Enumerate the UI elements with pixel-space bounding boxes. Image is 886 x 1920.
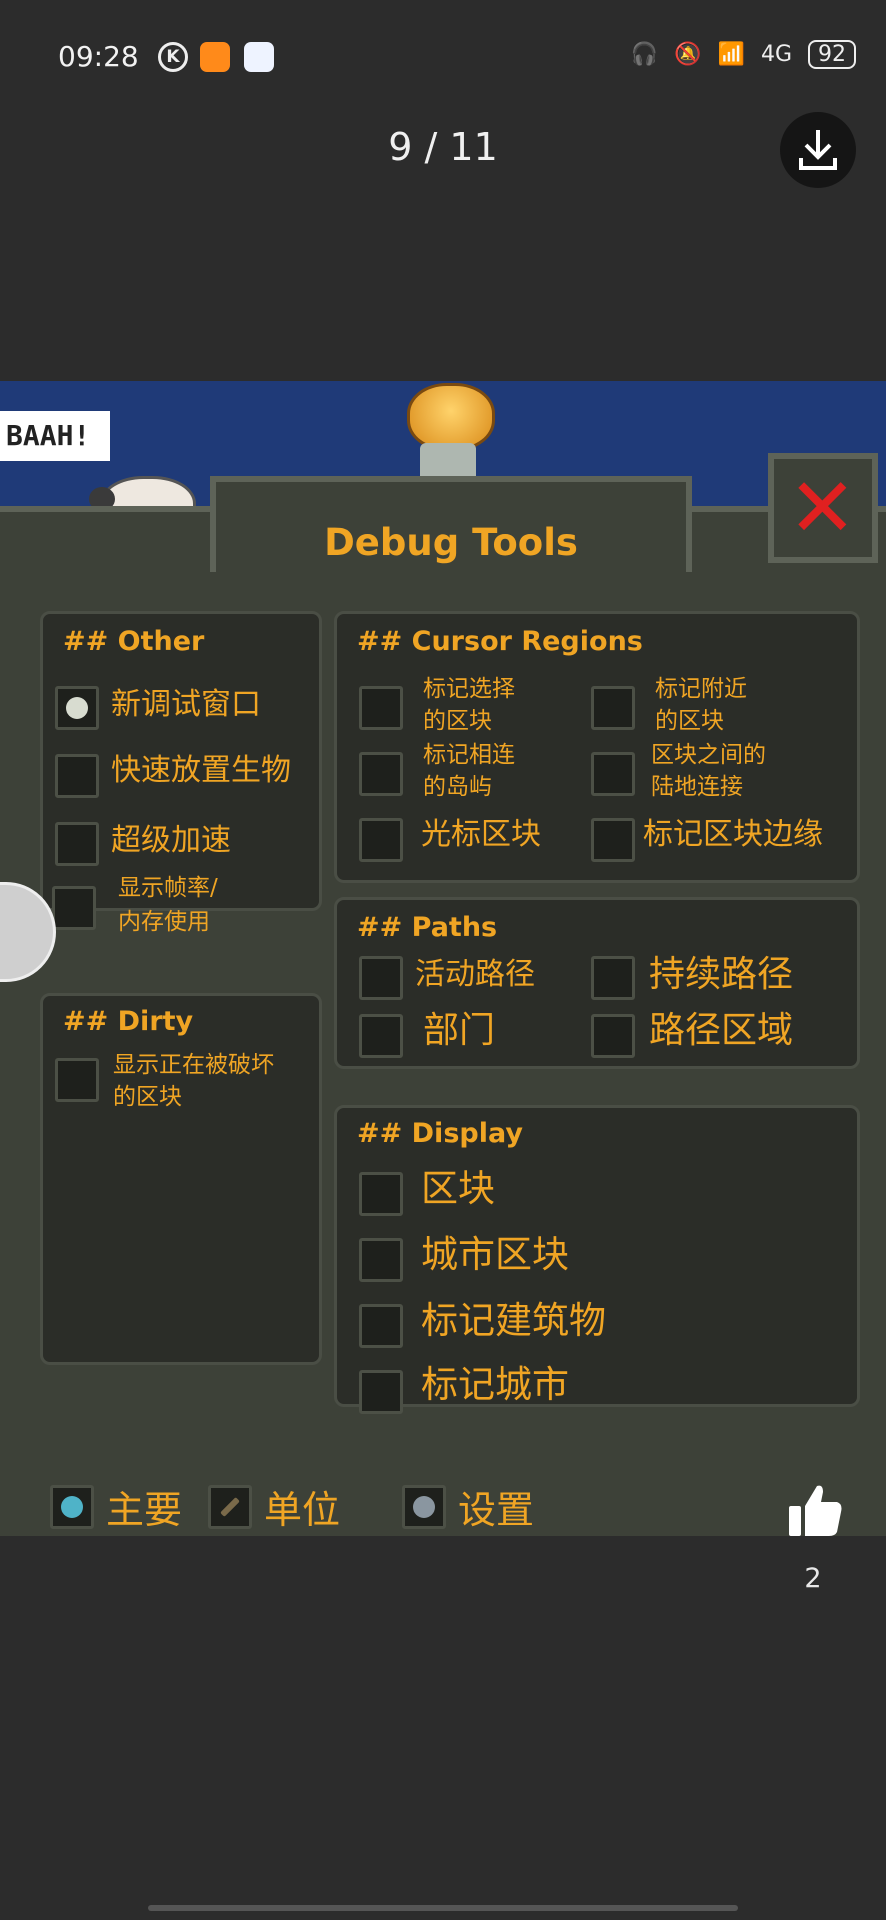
label-mark-selected-blocks-line1: 标记选择 bbox=[423, 676, 515, 702]
gear-icon bbox=[402, 1484, 446, 1529]
panel-header-cursor-regions: ## Cursor Regions bbox=[357, 626, 643, 657]
checkbox-mark-cities[interactable] bbox=[359, 1370, 403, 1414]
thumbs-up-icon bbox=[789, 1485, 842, 1536]
panel-cursor-regions: ## Cursor Regions 标记选择 的区块 标记附近 的区块 标记相连… bbox=[334, 611, 860, 883]
brain-statue-icon bbox=[407, 383, 495, 451]
panel-dirty: ## Dirty 显示正在被破坏 的区块 bbox=[40, 993, 322, 1365]
tab-settings-label: 设置 bbox=[458, 1488, 535, 1532]
checkbox-cursor-block[interactable] bbox=[359, 818, 403, 862]
gem-icon bbox=[50, 1484, 94, 1529]
label-show-damaged-blocks-line1: 显示正在被破坏 bbox=[113, 1052, 274, 1078]
game-screenshot: BAAH! Debug Tools ✕ ## Other 新调试窗口 快速放置生… bbox=[0, 381, 886, 1536]
checkbox-show-damaged-blocks[interactable] bbox=[55, 1058, 99, 1102]
pickaxe-icon bbox=[208, 1484, 252, 1529]
checkbox-super-speed[interactable] bbox=[55, 822, 99, 866]
label-show-fps-memory-line1: 显示帧率/ bbox=[118, 875, 218, 901]
status-bar: 09:28 K 🎧 🔕 📶 4G 92 bbox=[0, 0, 886, 115]
tab-main[interactable]: 主要 bbox=[50, 1479, 182, 1534]
page-indicator: 9 / 11 bbox=[388, 125, 498, 169]
tab-main-label: 主要 bbox=[106, 1488, 183, 1532]
label-mark-nearby-blocks-line2: 的区块 bbox=[655, 708, 724, 734]
checkbox-mark-block-edges[interactable] bbox=[591, 818, 635, 862]
label-cursor-block: 光标区块 bbox=[421, 817, 541, 852]
checkbox-quick-place-creature[interactable] bbox=[55, 754, 99, 798]
label-active-path: 活动路径 bbox=[415, 957, 535, 992]
status-time: 09:28 bbox=[58, 40, 139, 73]
panel-display: ## Display 区块 城市区块 标记建筑物 标记城市 bbox=[334, 1105, 860, 1414]
panel-header-dirty: ## Dirty bbox=[63, 1006, 194, 1037]
checkbox-mark-buildings[interactable] bbox=[359, 1304, 403, 1348]
uc-browser-icon bbox=[200, 42, 230, 72]
checkbox-mark-selected-blocks[interactable] bbox=[359, 686, 403, 730]
label-path-region: 路径区域 bbox=[649, 1010, 794, 1051]
panel-header-paths: ## Paths bbox=[357, 912, 498, 943]
label-show-fps-memory-line2: 内存使用 bbox=[118, 909, 210, 935]
checkbox-mark-connected-islands[interactable] bbox=[359, 752, 403, 796]
label-mark-connected-islands-line2: 的岛屿 bbox=[423, 774, 492, 800]
label-land-links-between-blocks-line2: 陆地连接 bbox=[651, 774, 743, 800]
tab-units[interactable]: 单位 bbox=[208, 1479, 340, 1534]
checkbox-city-blocks[interactable] bbox=[359, 1238, 403, 1282]
label-mark-nearby-blocks-line1: 标记附近 bbox=[655, 676, 747, 702]
panel-header-display: ## Display bbox=[357, 1118, 523, 1149]
wifi-icon: 📶 bbox=[717, 42, 745, 67]
download-button[interactable] bbox=[780, 112, 856, 188]
panel-paths: ## Paths 活动路径 持续路径 部门 路径区域 bbox=[334, 897, 860, 1069]
status-right-icons: 🎧 🔕 📶 4G 92 bbox=[631, 40, 856, 69]
tab-units-label: 单位 bbox=[264, 1488, 341, 1532]
checkbox-new-debug-window[interactable] bbox=[55, 686, 99, 730]
panel-other: ## Other 新调试窗口 快速放置生物 超级加速 bbox=[40, 611, 322, 911]
label-mark-cities: 标记城市 bbox=[421, 1363, 569, 1406]
panel-header-other: ## Other bbox=[63, 626, 205, 657]
checkbox-mark-nearby-blocks[interactable] bbox=[591, 686, 635, 730]
k-app-icon: K bbox=[158, 42, 188, 72]
checkbox-blocks[interactable] bbox=[359, 1172, 403, 1216]
label-show-damaged-blocks-line2: 的区块 bbox=[113, 1084, 182, 1110]
label-super-speed: 超级加速 bbox=[111, 823, 231, 858]
checkbox-active-path[interactable] bbox=[359, 956, 403, 1000]
label-city-blocks: 城市区块 bbox=[421, 1233, 569, 1276]
checkbox-land-links-between-blocks[interactable] bbox=[591, 752, 635, 796]
debug-window-title: Debug Tools bbox=[324, 521, 578, 564]
label-persistent-path: 持续路径 bbox=[649, 954, 794, 995]
checkbox-department[interactable] bbox=[359, 1014, 403, 1058]
close-button[interactable]: ✕ bbox=[768, 453, 878, 563]
label-quick-place-creature: 快速放置生物 bbox=[111, 753, 291, 788]
label-land-links-between-blocks-line1: 区块之间的 bbox=[651, 742, 766, 768]
mute-bell-icon: 🔕 bbox=[674, 42, 702, 67]
download-icon bbox=[799, 130, 837, 170]
like-count: 2 bbox=[804, 1563, 822, 1594]
signal-label: 4G bbox=[760, 42, 792, 67]
like-button[interactable] bbox=[785, 1480, 845, 1540]
label-department: 部门 bbox=[423, 1010, 496, 1051]
gesture-navigation-bar[interactable] bbox=[148, 1905, 738, 1911]
label-mark-block-edges: 标记区块边缘 bbox=[643, 817, 823, 852]
checkbox-path-region[interactable] bbox=[591, 1014, 635, 1058]
label-mark-selected-blocks-line2: 的区块 bbox=[423, 708, 492, 734]
tab-settings[interactable]: 设置 bbox=[402, 1479, 534, 1534]
label-new-debug-window: 新调试窗口 bbox=[111, 687, 261, 722]
headphones-icon: 🎧 bbox=[630, 42, 659, 67]
checkbox-persistent-path[interactable] bbox=[591, 956, 635, 1000]
sheep-speech-bubble: BAAH! bbox=[0, 411, 110, 461]
battery-indicator: 92 bbox=[808, 40, 856, 69]
checkbox-show-fps-memory[interactable] bbox=[52, 886, 96, 930]
close-icon: ✕ bbox=[788, 461, 857, 556]
label-mark-connected-islands-line1: 标记相连 bbox=[423, 742, 515, 768]
label-mark-buildings: 标记建筑物 bbox=[421, 1299, 606, 1342]
label-blocks: 区块 bbox=[421, 1167, 495, 1210]
baidu-icon bbox=[244, 42, 274, 72]
